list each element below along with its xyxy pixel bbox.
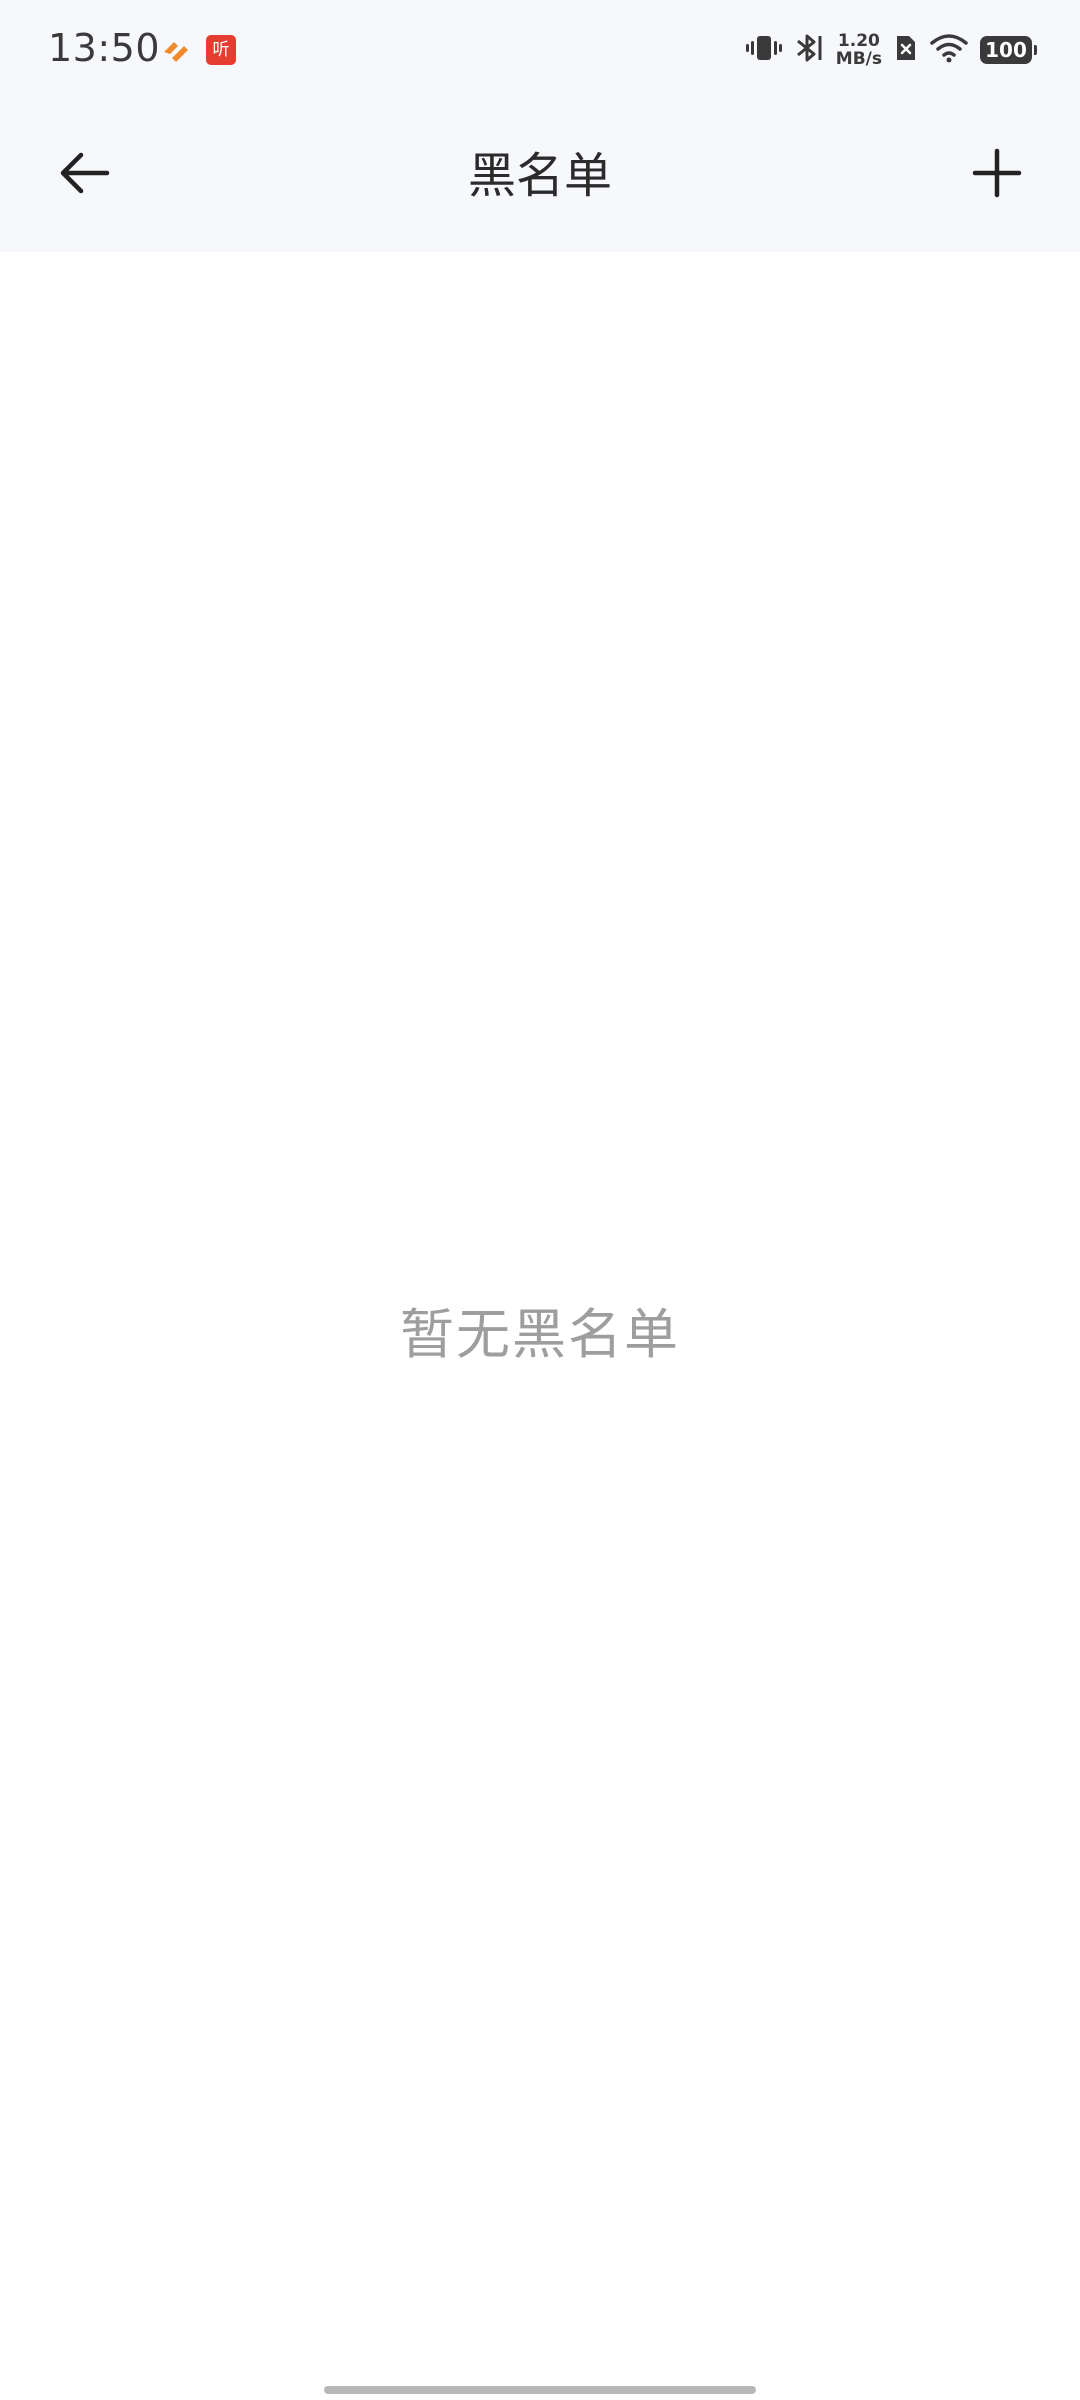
status-bar: 13:50 听 1.20 MB/s 100 — [0, 0, 1080, 100]
page-title: 黑名单 — [467, 148, 612, 204]
back-button[interactable] — [40, 130, 130, 220]
vibrate-icon — [745, 33, 782, 67]
gesture-navigation-bar[interactable] — [324, 2386, 756, 2394]
no-sim-icon — [894, 33, 918, 67]
add-button[interactable] — [952, 130, 1042, 220]
status-time: 13:50 — [48, 26, 161, 70]
bluetooth-icon — [794, 32, 824, 68]
top-app-bar: 黑名单 — [0, 100, 1080, 252]
status-indicators: 1.20 MB/s 100 — [734, 28, 1037, 72]
battery-icon: 100 — [980, 36, 1037, 64]
network-speed-unit: MB/s — [835, 49, 882, 69]
network-speed: 1.20 MB/s — [836, 32, 882, 68]
arrow-left-icon — [57, 145, 113, 205]
health-app-notification-icon — [160, 34, 192, 66]
plus-icon — [971, 147, 1023, 203]
empty-state-message: 暂无黑名单 — [400, 1303, 680, 1366]
network-speed-value: 1.20 — [837, 31, 880, 51]
wifi-icon — [930, 33, 968, 67]
blacklist-screen: 13:50 听 1.20 MB/s 100 黑名单 暂无黑名单 — [0, 0, 1080, 2400]
audio-app-notification-icon: 听 — [206, 35, 236, 65]
